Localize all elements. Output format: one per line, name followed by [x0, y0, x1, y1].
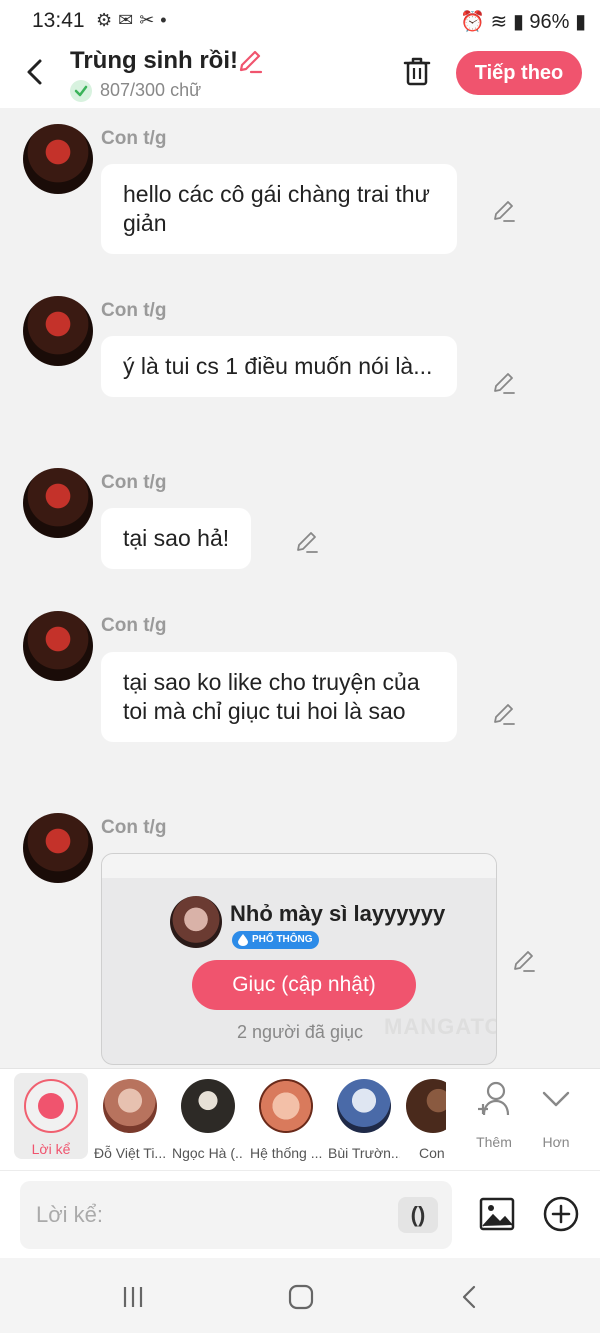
recent-apps-icon[interactable] [118, 1282, 148, 1312]
remind-update-button[interactable]: Giục (cập nhật) [192, 960, 416, 1010]
story-title: Trùng sinh rồi! [70, 47, 238, 74]
reminder-card[interactable]: Nhỏ mày sì layyyyyy PHỔ THÔNG Giục (cập … [101, 853, 497, 1065]
author-avatar[interactable] [23, 468, 93, 538]
edit-message-icon[interactable] [491, 701, 517, 727]
more-characters-label: Hơn [542, 1134, 570, 1150]
parenthesis-button[interactable]: () [398, 1197, 438, 1233]
battery-percent: 96% [529, 11, 570, 33]
character-avatar [103, 1079, 157, 1133]
image-icon[interactable] [478, 1195, 516, 1233]
author-avatar[interactable] [23, 813, 93, 883]
reader-avatar [170, 896, 222, 948]
card-top-strip [102, 854, 496, 878]
composer-bar: () [0, 1170, 600, 1258]
author-avatar[interactable] [23, 296, 93, 366]
add-character-label: Thêm [476, 1134, 512, 1150]
character-label: Ngọc Hà (... [172, 1145, 244, 1161]
sender-name: Con t/g [101, 128, 167, 149]
tier-badge: PHỔ THÔNG [232, 931, 319, 949]
header: Trùng sinh rồi! 807/300 chữ Tiếp theo [0, 42, 600, 108]
add-character-button[interactable]: Thêm [470, 1079, 518, 1150]
plus-circle-icon[interactable] [542, 1195, 580, 1233]
character-item[interactable]: Bùi Trườn... [328, 1079, 400, 1161]
drop-icon [238, 934, 248, 946]
character-label: Con [419, 1145, 445, 1161]
status-right: ⏰ ≋ ▮ 96% ▮ [460, 9, 586, 34]
edit-title-icon[interactable] [236, 47, 264, 75]
wifi-icon: ≋ [490, 11, 508, 33]
character-bar: Lời kể Đỗ Việt Ti... Ngọc Hà (... Hệ thố… [0, 1068, 600, 1170]
notification-icons: ⚙✉✂• [96, 10, 173, 30]
message-bubble[interactable]: tại sao ko like cho truyện của toi mà ch… [101, 652, 457, 742]
character-label: Hệ thống ... [250, 1145, 322, 1161]
sender-name: Con t/g [101, 817, 167, 838]
system-nav-bar [0, 1258, 600, 1333]
author-avatar[interactable] [23, 611, 93, 681]
remind-count: 2 người đã giục [237, 1022, 363, 1042]
reader-name: Nhỏ mày sì layyyyyy [230, 901, 446, 926]
more-characters-button[interactable]: Hơn [530, 1079, 582, 1150]
add-person-icon [478, 1081, 510, 1116]
character-avatar [406, 1079, 446, 1133]
narrator-label: Lời kể [31, 1141, 71, 1157]
character-avatar [181, 1079, 235, 1133]
next-button[interactable]: Tiếp theo [456, 51, 582, 95]
message-bubble[interactable]: ý là tui cs 1 điều muốn nói là... [101, 336, 457, 397]
edit-message-icon[interactable] [511, 948, 537, 974]
edit-message-icon[interactable] [491, 198, 517, 224]
sender-name: Con t/g [101, 300, 167, 321]
character-label: Đỗ Việt Ti... [94, 1145, 166, 1161]
battery-icon: ▮ [574, 11, 586, 33]
word-count: 807/300 chữ [100, 80, 202, 100]
alarm-icon: ⏰ [460, 11, 485, 33]
narration-input[interactable] [20, 1181, 452, 1249]
character-avatar [259, 1079, 313, 1133]
message-bubble[interactable]: hello các cô gái chàng trai thư giản [101, 164, 457, 254]
character-label: Bùi Trườn... [328, 1145, 400, 1161]
edit-message-icon[interactable] [491, 370, 517, 396]
check-icon [70, 80, 92, 102]
character-item[interactable]: Ngọc Hà (... [172, 1079, 244, 1161]
system-back-icon[interactable] [455, 1282, 485, 1312]
character-item[interactable]: Con [406, 1079, 446, 1161]
character-avatar [337, 1079, 391, 1133]
status-time: 13:41 [32, 9, 85, 32]
character-item[interactable]: Đỗ Việt Ti... [94, 1079, 166, 1161]
tier-badge-label: PHỔ THÔNG [252, 934, 313, 945]
status-bar: 13:41 ⚙✉✂• ⏰ ≋ ▮ 96% ▮ [0, 0, 600, 42]
home-icon[interactable] [286, 1282, 316, 1312]
message-bubble[interactable]: tại sao hả! [101, 508, 252, 569]
edit-message-icon[interactable] [294, 529, 320, 555]
sender-name: Con t/g [101, 472, 167, 493]
narrator-tab[interactable]: Lời kể [14, 1073, 88, 1159]
character-item[interactable]: Hệ thống ... [250, 1079, 322, 1161]
sender-name: Con t/g [101, 615, 167, 636]
signal-icon: ▮ [512, 11, 524, 33]
author-avatar[interactable] [23, 124, 93, 194]
narrator-icon [24, 1079, 78, 1133]
chat-area[interactable]: Con t/g hello các cô gái chàng trai thư … [0, 108, 600, 1068]
chevron-down-icon [542, 1091, 570, 1107]
trash-icon[interactable] [400, 54, 434, 88]
back-arrow-icon[interactable] [18, 54, 54, 90]
